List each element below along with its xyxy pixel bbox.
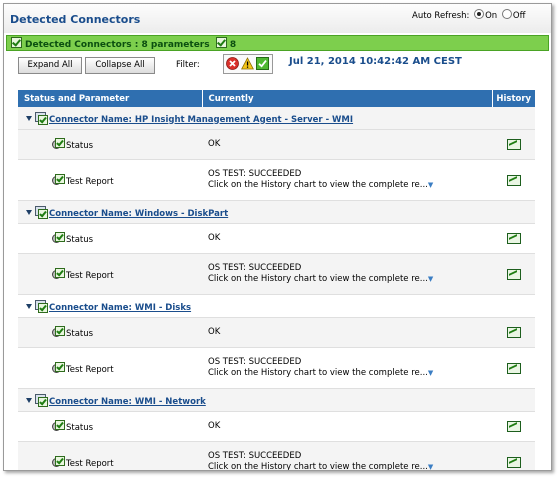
ok-filter-icon[interactable]	[256, 57, 269, 70]
history-chart-icon[interactable]	[506, 139, 521, 150]
connector-row: Connector Name: HP Insight Management Ag…	[18, 107, 535, 130]
current-value-detail: Click on the History chart to view the c…	[208, 462, 428, 471]
connector-ok-icon	[35, 299, 48, 313]
parameter-label: Test Report	[66, 458, 114, 469]
connector-ok-icon	[35, 205, 48, 219]
ok-check-icon	[11, 37, 22, 48]
current-value: OS TEST: SUCCEEDED	[208, 263, 302, 273]
parameter-row: Status OK	[18, 223, 535, 254]
collapse-caret-icon[interactable]	[26, 115, 32, 121]
timestamp: Jul 21, 2014 10:42:42 AM CEST	[289, 56, 462, 67]
history-chart-icon[interactable]	[506, 362, 521, 374]
parameter-row: Status OK	[18, 129, 535, 160]
parameter-ok-icon	[52, 173, 65, 185]
parameter-row: Test Report OS TEST: SUCCEEDED Click on t…	[18, 253, 535, 295]
current-value-detail: Click on the History chart to view the c…	[208, 274, 428, 284]
parameter-ok-icon	[52, 361, 65, 373]
history-chart-icon[interactable]	[506, 174, 521, 186]
current-value: OK	[208, 327, 221, 337]
history-chart-icon[interactable]	[506, 456, 521, 468]
collapse-caret-icon[interactable]	[26, 303, 32, 309]
current-value: OS TEST: SUCCEEDED	[208, 169, 302, 179]
collapse-caret-icon[interactable]	[26, 397, 32, 403]
parameter-label: Status	[66, 329, 94, 339]
parameter-row: Status OK	[18, 411, 535, 442]
more-icon[interactable]: ▼	[428, 275, 433, 283]
filter-box	[223, 54, 273, 74]
connector-link[interactable]: Connector Name: WMI - Network	[49, 397, 206, 407]
parameter-ok-icon	[52, 326, 65, 337]
parameter-label: Test Report	[66, 176, 114, 187]
error-filter-icon[interactable]	[226, 57, 239, 70]
parameter-row: Test Report OS TEST: SUCCEEDED Click on t…	[18, 441, 535, 471]
detected-connectors-panel: Detected Connectors Auto Refresh: On Off…	[3, 3, 552, 471]
more-icon[interactable]: ▼	[428, 181, 433, 189]
history-chart-icon[interactable]	[506, 327, 521, 338]
current-value-detail: Click on the History chart to view the c…	[208, 368, 428, 378]
parameter-label: Status	[66, 423, 94, 433]
current-value-detail: Click on the History chart to view the c…	[208, 180, 428, 190]
filter-label: Filter:	[176, 60, 200, 70]
parameter-row: Test Report OS TEST: SUCCEEDED Click on t…	[18, 347, 535, 389]
current-value: OK	[208, 421, 221, 431]
parameter-ok-icon	[52, 267, 65, 279]
current-value: OS TEST: SUCCEEDED	[208, 357, 302, 367]
parameter-ok-icon	[52, 420, 65, 431]
parameter-row: Status OK	[18, 317, 535, 348]
auto-refresh-label: Auto Refresh:	[412, 11, 470, 21]
parameter-label: Status	[66, 141, 94, 151]
current-value: OK	[208, 233, 221, 243]
auto-refresh-on-radio[interactable]	[474, 9, 485, 19]
auto-refresh-on-label: On	[485, 11, 498, 21]
connector-ok-icon	[35, 111, 48, 125]
column-header-history: History	[492, 90, 535, 107]
connector-row: Connector Name: Windows - DiskPart	[18, 200, 535, 224]
parameter-ok-icon	[52, 455, 65, 467]
collapse-all-button[interactable]: Collapse All	[85, 57, 155, 74]
more-icon[interactable]: ▼	[428, 463, 433, 470]
history-chart-icon[interactable]	[506, 421, 521, 432]
column-header-currently: Currently	[202, 90, 493, 107]
parameter-ok-icon	[52, 138, 65, 149]
auto-refresh-off-radio[interactable]	[501, 9, 512, 19]
connector-row: Connector Name: WMI - Disks	[18, 294, 535, 318]
auto-refresh-control: Auto Refresh: On Off	[412, 9, 525, 21]
collapse-caret-icon[interactable]	[26, 209, 32, 215]
ok-count-icon	[215, 37, 227, 48]
connector-link[interactable]: Connector Name: HP Insight Management Ag…	[49, 115, 353, 125]
current-value: OS TEST: SUCCEEDED	[208, 451, 302, 461]
page-title: Detected Connectors	[10, 13, 141, 26]
expand-all-button[interactable]: Expand All	[18, 57, 82, 74]
connector-row: Connector Name: WMI - Network	[18, 388, 535, 412]
parameter-row: Test Report OS TEST: SUCCEEDED Click on t…	[18, 159, 535, 201]
column-header-status-parameter: Status and Parameter	[18, 90, 203, 107]
title-bar: Detected Connectors Auto Refresh: On Off	[4, 4, 551, 33]
parameter-label: Test Report	[66, 364, 114, 375]
current-value: OK	[208, 139, 221, 149]
parameter-label: Status	[66, 235, 94, 245]
connector-ok-icon	[35, 393, 48, 407]
auto-refresh-off-label: Off	[512, 11, 526, 21]
summary-bar: Detected Connectors : 8 parameters 8	[6, 35, 549, 51]
ok-count: 8	[229, 40, 237, 50]
history-chart-icon[interactable]	[506, 268, 521, 280]
connector-link[interactable]: Connector Name: Windows - DiskPart	[49, 209, 228, 219]
parameter-label: Test Report	[66, 270, 114, 281]
more-icon[interactable]: ▼	[428, 369, 433, 377]
warning-filter-icon[interactable]	[241, 57, 254, 70]
connectors-table: Status and Parameter Currently History C…	[18, 90, 535, 471]
history-chart-icon[interactable]	[506, 233, 521, 244]
summary-text: Detected Connectors : 8 parameters	[25, 40, 210, 50]
parameter-ok-icon	[52, 232, 65, 243]
connector-link[interactable]: Connector Name: WMI - Disks	[49, 303, 191, 313]
